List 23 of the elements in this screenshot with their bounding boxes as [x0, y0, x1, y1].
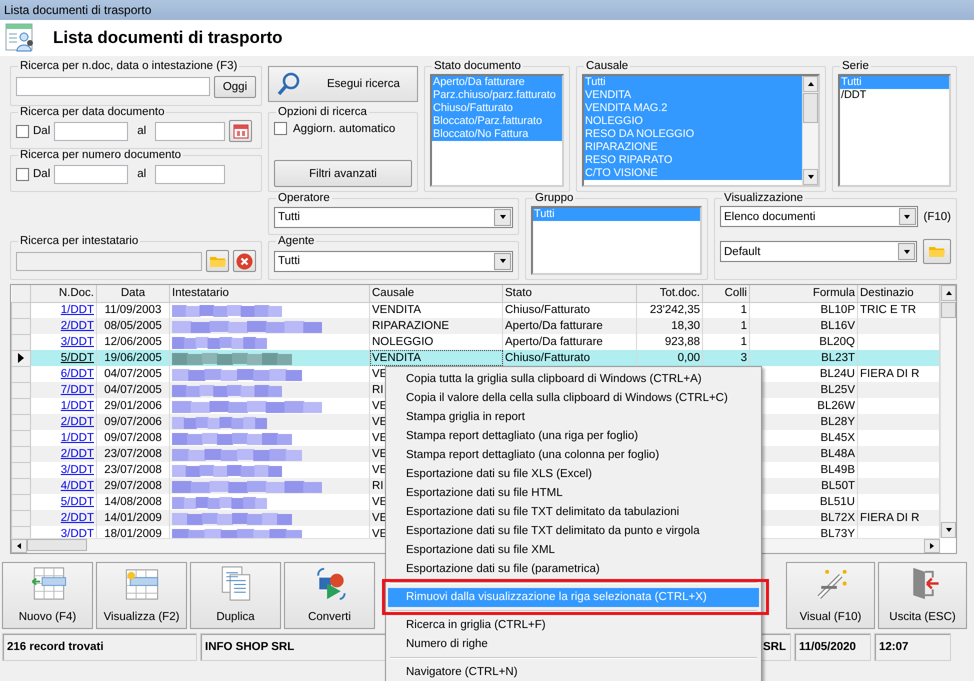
checkbox-label: Dal	[33, 125, 50, 137]
checkbox-label: Dal	[33, 168, 50, 180]
status-panel: 11/05/2020	[794, 633, 871, 661]
page-title: Lista documenti di trasporto	[53, 28, 283, 48]
group-label: Opzioni di ricerca	[277, 106, 368, 118]
checkbox-label: Aggiorn. automatico	[293, 122, 396, 134]
field-label: al	[137, 168, 146, 180]
group-label: Causale	[585, 60, 630, 72]
group-label: Visualizzazione	[723, 192, 804, 204]
shortcut-label: (F10)	[924, 210, 951, 222]
status-panel: 12:07	[874, 633, 951, 661]
group-label: Stato documento	[433, 60, 522, 72]
group-label: Ricerca per data documento	[19, 106, 166, 118]
group-label: Agente	[277, 235, 316, 247]
field-label: al	[137, 125, 146, 137]
group-label: Serie	[841, 60, 870, 72]
status-panel: 216 record trovati	[2, 633, 197, 661]
group-label: Ricerca per numero documento	[19, 149, 182, 161]
group-label: Ricerca per n.doc, data o intestazione (F3)	[19, 60, 238, 72]
window-title: Lista documenti di trasporto	[0, 0, 974, 20]
group-label: Operatore	[277, 192, 331, 204]
group-label: Ricerca per intestatario	[19, 235, 140, 247]
group-label: Gruppo	[534, 192, 574, 204]
